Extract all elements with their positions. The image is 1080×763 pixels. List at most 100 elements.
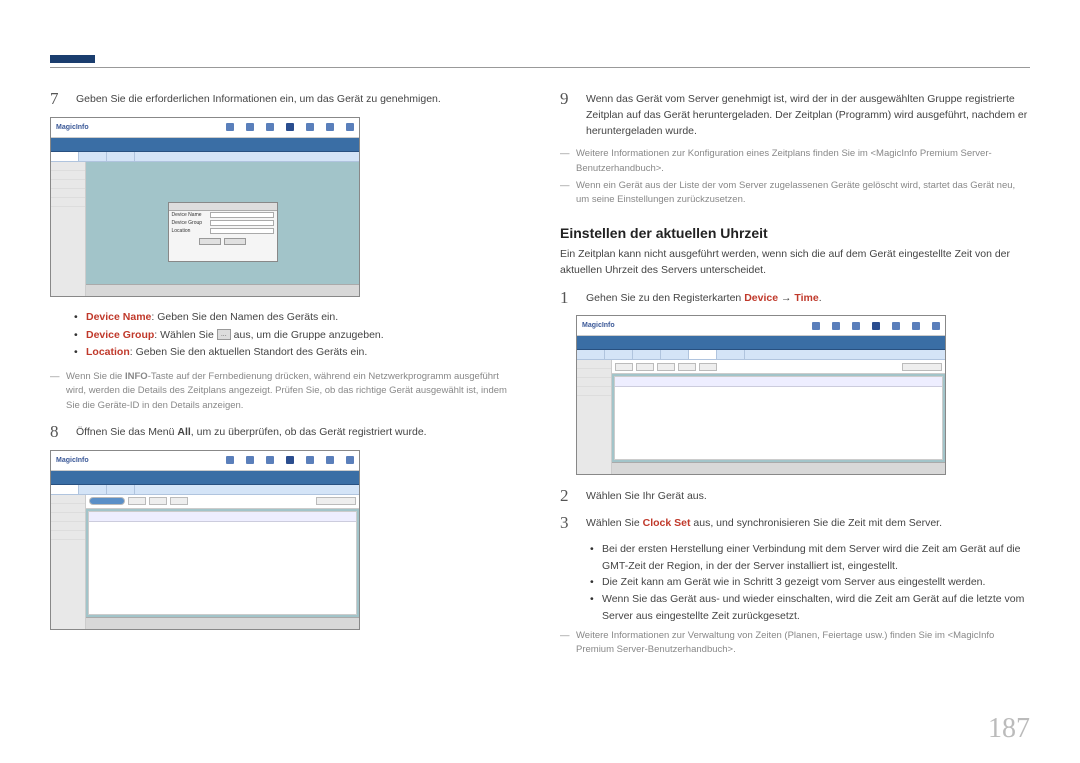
ss-toolbar-btn bbox=[615, 363, 633, 371]
nav-icon bbox=[226, 456, 234, 464]
ss-header-bar bbox=[51, 471, 359, 485]
step-text: Geben Sie die erforderlichen Information… bbox=[76, 90, 441, 108]
ss-content-list bbox=[88, 511, 357, 615]
ss-list-header bbox=[89, 512, 356, 522]
note-schedule-config: Weitere Informationen zur Konfiguration … bbox=[560, 147, 1030, 176]
ss-tab bbox=[605, 350, 633, 359]
step-number: 1 bbox=[560, 289, 576, 308]
ss-logo: MagicInfo bbox=[56, 457, 89, 464]
ss-side-item bbox=[577, 369, 611, 378]
ss-side-item bbox=[51, 513, 85, 522]
note-info-key: Wenn Sie die INFO-Taste auf der Fernbedi… bbox=[50, 370, 520, 413]
ss-tab bbox=[717, 350, 745, 359]
nav-icon bbox=[326, 456, 334, 464]
ss-toolbar-btn bbox=[699, 363, 717, 371]
section-title-time: Einstellen der aktuellen Uhrzeit bbox=[560, 225, 1030, 241]
header-rule bbox=[50, 67, 1030, 68]
time-sub-bullets: Bei der ersten Herstellung einer Verbind… bbox=[560, 541, 1030, 625]
ss-dialog-row: Device Group bbox=[169, 219, 277, 227]
ss-tab bbox=[107, 485, 135, 494]
ss-side-item bbox=[577, 387, 611, 396]
ss-toolbar bbox=[612, 360, 945, 374]
ss-dialog-row: Location bbox=[169, 227, 277, 235]
nav-icon-selected bbox=[872, 322, 880, 330]
step-number: 3 bbox=[560, 514, 576, 533]
step-number: 7 bbox=[50, 90, 66, 109]
nav-icon bbox=[226, 123, 234, 131]
ss-logo: MagicInfo bbox=[56, 124, 89, 131]
step-number: 9 bbox=[560, 90, 576, 109]
screenshot-all-menu: MagicInfo bbox=[50, 450, 360, 630]
ss-main bbox=[612, 360, 945, 474]
nav-icon-selected bbox=[286, 123, 294, 131]
ss-main bbox=[86, 495, 359, 629]
step-3-time: 3 Wählen Sie Clock Set aus, und synchron… bbox=[560, 514, 1030, 533]
ss-tab bbox=[661, 350, 689, 359]
screenshot-device-time: MagicInfo bbox=[576, 315, 946, 475]
ss-tab bbox=[51, 152, 79, 161]
ss-logo: MagicInfo bbox=[582, 322, 615, 329]
sub-bullet: Wenn Sie das Gerät aus- und wieder einsc… bbox=[590, 591, 1030, 625]
step-number: 2 bbox=[560, 487, 576, 506]
bullet-device-name: Device Name: Geben Sie den Namen des Ger… bbox=[74, 309, 520, 327]
ss-toolbar-btn bbox=[902, 363, 942, 371]
ss-nav-icons bbox=[226, 123, 354, 131]
step-7: 7 Geben Sie die erforderlichen Informati… bbox=[50, 90, 520, 109]
nav-icon-selected bbox=[286, 456, 294, 464]
ss-toolbar-btn bbox=[657, 363, 675, 371]
ss-footer bbox=[86, 617, 359, 629]
step-text: Gehen Sie zu den Registerkarten Device →… bbox=[586, 289, 822, 307]
ss-nav-icons bbox=[812, 322, 940, 330]
ss-toolbar-btn bbox=[128, 497, 146, 505]
ss-side-item bbox=[51, 531, 85, 540]
ss-dialog-row: Device Name bbox=[169, 211, 277, 219]
nav-icon bbox=[326, 123, 334, 131]
ss-header-bar bbox=[51, 138, 359, 152]
ss-side-item bbox=[51, 504, 85, 513]
bullet-location: Location: Geben Sie den aktuellen Stando… bbox=[74, 344, 520, 362]
page-number: 187 bbox=[988, 713, 1030, 745]
nav-icon bbox=[912, 322, 920, 330]
ss-side-item bbox=[51, 522, 85, 531]
step-text: Öffnen Sie das Menü All, um zu überprüfe… bbox=[76, 423, 427, 441]
ss-side-item bbox=[577, 360, 611, 369]
ss-side-item bbox=[51, 198, 85, 207]
step-8: 8 Öffnen Sie das Menü All, um zu überprü… bbox=[50, 423, 520, 442]
right-column: 9 Wenn das Gerät vom Server genehmigt is… bbox=[560, 90, 1030, 660]
ss-tab bbox=[633, 350, 661, 359]
note-time-management: Weitere Informationen zur Verwaltung von… bbox=[560, 629, 1030, 658]
ss-dialog-buttons bbox=[169, 238, 277, 245]
ss-toolbar-btn bbox=[170, 497, 188, 505]
nav-icon bbox=[346, 123, 354, 131]
ss-tabs bbox=[577, 350, 945, 360]
ss-dialog-title bbox=[169, 203, 277, 211]
browse-button-icon: ... bbox=[217, 329, 231, 340]
step-text: Wenn das Gerät vom Server genehmigt ist,… bbox=[586, 90, 1030, 139]
nav-icon bbox=[832, 322, 840, 330]
ss-content-list bbox=[614, 376, 943, 460]
ss-toolbar-btn bbox=[316, 497, 356, 505]
ss-tab bbox=[107, 152, 135, 161]
left-column: 7 Geben Sie die erforderlichen Informati… bbox=[50, 90, 520, 660]
sub-bullet: Bei der ersten Herstellung einer Verbind… bbox=[590, 541, 1030, 575]
nav-icon bbox=[346, 456, 354, 464]
ss-tab bbox=[79, 485, 107, 494]
nav-icon bbox=[892, 322, 900, 330]
ss-footer bbox=[612, 462, 945, 474]
ss-toolbar-btn bbox=[149, 497, 167, 505]
ss-toolbar-btn bbox=[678, 363, 696, 371]
nav-icon bbox=[306, 456, 314, 464]
nav-icon bbox=[306, 123, 314, 131]
ss-sidebar bbox=[577, 360, 612, 474]
ss-footer bbox=[86, 284, 359, 296]
ss-sidebar bbox=[51, 495, 86, 629]
ss-tab bbox=[577, 350, 605, 359]
ss-list-header bbox=[615, 377, 942, 387]
ss-body bbox=[51, 495, 359, 629]
ss-titlebar: MagicInfo bbox=[51, 451, 359, 471]
ss-side-item bbox=[577, 378, 611, 387]
ss-side-item bbox=[51, 189, 85, 198]
ss-tabs bbox=[51, 485, 359, 495]
step-9: 9 Wenn das Gerät vom Server genehmigt is… bbox=[560, 90, 1030, 139]
ss-tab bbox=[51, 485, 79, 494]
